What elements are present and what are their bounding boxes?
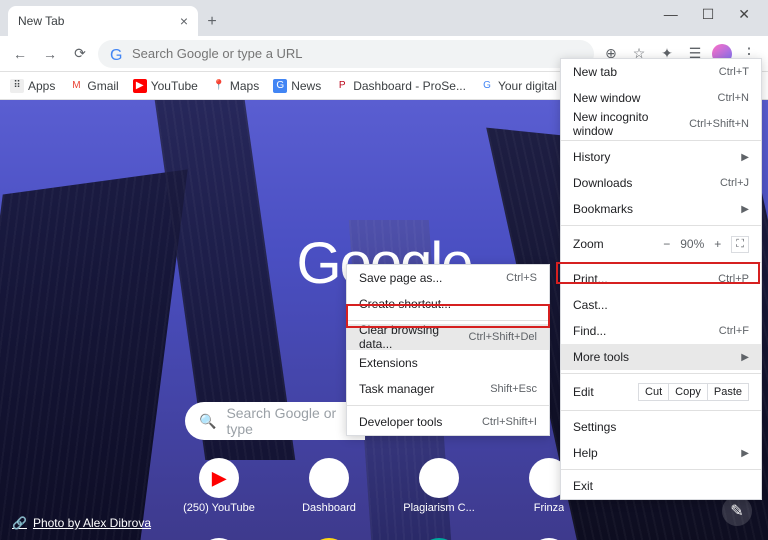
shortcut-tile[interactable]: ▶ (250) YouTube <box>180 458 258 514</box>
close-button[interactable]: ✕ <box>738 6 750 23</box>
new-tab-button[interactable]: + <box>198 8 226 36</box>
edit-copy-button[interactable]: Copy <box>668 383 708 401</box>
forward-button[interactable]: → <box>38 42 62 66</box>
zoom-in-button[interactable]: + <box>714 237 721 251</box>
shortcut-icon <box>419 458 459 498</box>
menu-zoom: Zoom − 90% + ⛶ <box>561 229 761 259</box>
menu-new-window[interactable]: New windowCtrl+N <box>561 85 761 111</box>
tab-new-tab[interactable]: New Tab × <box>8 6 198 36</box>
menu-separator <box>561 140 761 141</box>
shortcut-label: Dashboard <box>302 502 356 514</box>
menu-task-manager[interactable]: Task managerShift+Esc <box>347 376 549 402</box>
chevron-right-icon: ▶ <box>741 448 749 459</box>
menu-save-page[interactable]: Save page as...Ctrl+S <box>347 265 549 291</box>
menu-separator <box>561 373 761 374</box>
shortcut-icon: ▶ <box>199 458 239 498</box>
customize-button[interactable]: ✎ <box>722 496 752 526</box>
shortcuts-row: ▶ (250) YouTube Dashboard Plagiarism C... Fr… <box>180 458 588 514</box>
menu-separator <box>347 405 549 406</box>
fullscreen-button[interactable]: ⛶ <box>731 236 749 253</box>
edit-paste-button[interactable]: Paste <box>707 383 749 401</box>
menu-bookmarks[interactable]: Bookmarks▶ <box>561 196 761 222</box>
shortcut-label: Frinza <box>534 502 565 514</box>
menu-exit[interactable]: Exit <box>561 473 761 499</box>
bookmark-dashboard[interactable]: PDashboard - ProSe... <box>335 79 466 93</box>
search-icon: 🔍 <box>199 413 216 430</box>
chevron-right-icon: ▶ <box>741 152 749 163</box>
shortcut-tile[interactable]: Plagiarism C... <box>400 458 478 514</box>
bookmark-youtube[interactable]: ▶YouTube <box>133 79 198 93</box>
link-icon: 🔗 <box>12 516 27 530</box>
omnibox-input[interactable] <box>132 46 582 61</box>
menu-separator <box>561 410 761 411</box>
ntp-search-box[interactable]: 🔍 Search Google or type <box>185 402 365 440</box>
menu-downloads[interactable]: DownloadsCtrl+J <box>561 170 761 196</box>
shortcut-label: (250) YouTube <box>183 502 255 514</box>
menu-incognito[interactable]: New incognito windowCtrl+Shift+N <box>561 111 761 137</box>
reload-button[interactable]: ⟳ <box>68 42 92 66</box>
menu-extensions[interactable]: Extensions <box>347 350 549 376</box>
zoom-value: 90% <box>680 237 704 251</box>
chevron-right-icon: ▶ <box>741 352 749 363</box>
tab-close-icon[interactable]: × <box>180 13 188 29</box>
minimize-button[interactable]: — <box>664 6 678 22</box>
tab-title: New Tab <box>18 14 64 28</box>
maximize-button[interactable]: ☐ <box>702 6 715 23</box>
menu-clear-browsing-data[interactable]: Clear browsing data...Ctrl+Shift+Del <box>347 324 549 350</box>
zoom-out-button[interactable]: − <box>663 237 670 251</box>
bookmark-apps[interactable]: ⠿Apps <box>10 79 55 93</box>
menu-separator <box>561 262 761 263</box>
menu-edit: Edit Cut Copy Paste <box>561 377 761 407</box>
menu-developer-tools[interactable]: Developer toolsCtrl+Shift+I <box>347 409 549 435</box>
menu-separator <box>347 320 549 321</box>
shortcut-icon <box>309 458 349 498</box>
shortcut-tile[interactable]: Dashboard <box>290 458 368 514</box>
menu-separator <box>561 469 761 470</box>
bookmark-maps[interactable]: 📍Maps <box>212 79 259 93</box>
shortcut-label: Plagiarism C... <box>403 502 475 514</box>
chrome-main-menu: New tabCtrl+T New windowCtrl+N New incog… <box>560 58 762 500</box>
chevron-right-icon: ▶ <box>741 204 749 215</box>
bookmark-gmail[interactable]: MGmail <box>69 79 118 93</box>
photo-credit[interactable]: 🔗 Photo by Alex Dibrova <box>12 516 151 530</box>
menu-help[interactable]: Help▶ <box>561 440 761 466</box>
menu-cast[interactable]: Cast... <box>561 292 761 318</box>
menu-new-tab[interactable]: New tabCtrl+T <box>561 59 761 85</box>
menu-print[interactable]: Print...Ctrl+P <box>561 266 761 292</box>
ntp-search-placeholder: Search Google or type <box>226 405 351 437</box>
menu-settings[interactable]: Settings <box>561 414 761 440</box>
menu-create-shortcut[interactable]: Create shortcut... <box>347 291 549 317</box>
menu-separator <box>561 225 761 226</box>
menu-history[interactable]: History▶ <box>561 144 761 170</box>
bookmark-news[interactable]: GNews <box>273 79 321 93</box>
more-tools-submenu: Save page as...Ctrl+S Create shortcut...… <box>346 264 550 436</box>
menu-find[interactable]: Find...Ctrl+F <box>561 318 761 344</box>
menu-more-tools[interactable]: More tools▶ <box>561 344 761 370</box>
omnibox[interactable]: G <box>98 40 594 68</box>
google-icon: G <box>110 47 124 61</box>
background-building <box>0 169 188 540</box>
tab-strip: New Tab × + <box>0 0 768 36</box>
back-button[interactable]: ← <box>8 42 32 66</box>
edit-cut-button[interactable]: Cut <box>638 383 669 401</box>
